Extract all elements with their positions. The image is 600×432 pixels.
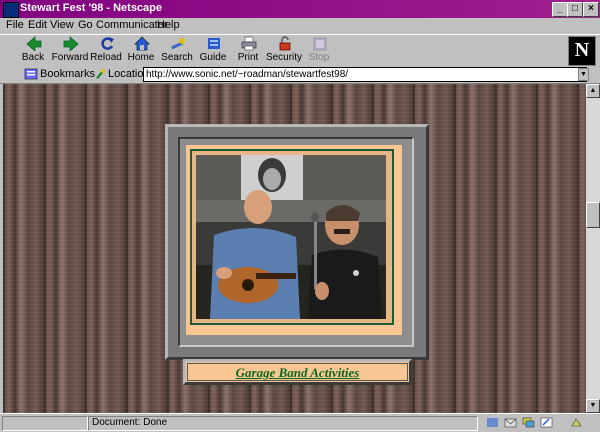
menu-file[interactable]: File: [6, 19, 24, 31]
band-photo-image: [196, 155, 386, 319]
picture-frame: [165, 124, 429, 360]
home-button[interactable]: Home: [121, 35, 161, 65]
netscape-logo[interactable]: N: [568, 36, 596, 66]
picture-frame-inner: [178, 137, 414, 347]
search-icon: [171, 38, 185, 50]
maximize-button[interactable]: □: [567, 2, 583, 17]
print-label: Print: [237, 52, 259, 63]
forward-label: Forward: [51, 52, 89, 63]
title-bar[interactable]: Stewart Fest '98 - Netscape _ □ ×: [0, 0, 600, 18]
back-button[interactable]: Back: [13, 35, 53, 65]
netscape-app-icon[interactable]: [3, 2, 19, 18]
location-bar: Bookmarks Location: http://www.sonic.net…: [0, 66, 600, 84]
home-label: Home: [127, 52, 155, 63]
location-input[interactable]: http://www.sonic.net/~roadman/stewartfes…: [143, 67, 587, 82]
scroll-down-button[interactable]: ▼: [586, 399, 600, 413]
close-button[interactable]: ×: [583, 2, 599, 17]
search-button[interactable]: Search: [157, 35, 197, 65]
banner-inner: Garage Band Activities: [187, 363, 408, 381]
status-bar: Document: Done: [0, 413, 600, 432]
print-button[interactable]: Print: [228, 35, 268, 65]
menu-go[interactable]: Go: [78, 19, 93, 31]
guide-icon: [208, 38, 220, 49]
menu-view[interactable]: View: [50, 19, 74, 31]
security-button[interactable]: Security: [264, 35, 304, 65]
back-arrow-icon: [26, 36, 42, 51]
security-label: Security: [265, 52, 303, 63]
band-photo: [196, 155, 386, 319]
component-bar-discussion-icon[interactable]: [522, 417, 535, 428]
photo-mat: [186, 145, 402, 335]
page-proxy-icon[interactable]: [94, 68, 106, 80]
home-icon: [134, 36, 150, 51]
forward-button[interactable]: Forward: [50, 35, 90, 65]
forward-arrow-icon: [63, 36, 79, 51]
stop-icon: [313, 37, 327, 51]
menu-edit[interactable]: Edit: [28, 19, 47, 31]
guide-button[interactable]: Guide: [193, 35, 233, 65]
stop-label: Stop: [308, 52, 330, 63]
status-message: Document: Done: [92, 417, 168, 428]
vertical-scrollbar[interactable]: ▲ ▼: [586, 84, 600, 413]
garage-band-activities-link[interactable]: Garage Band Activities: [236, 365, 360, 380]
reload-label: Reload: [90, 52, 122, 63]
menu-help[interactable]: Help: [157, 19, 180, 31]
back-label: Back: [21, 52, 45, 63]
window-title: Stewart Fest '98 - Netscape: [20, 2, 163, 14]
scroll-up-button[interactable]: ▲: [586, 84, 600, 98]
reload-button[interactable]: Reload: [86, 35, 126, 65]
component-bar-security-icon[interactable]: [570, 417, 583, 428]
stop-button[interactable]: Stop: [299, 35, 339, 65]
minimize-button[interactable]: _: [552, 2, 568, 17]
search-label: Search: [161, 52, 193, 63]
guide-label: Guide: [199, 52, 227, 63]
menu-bar: File Edit View Go Communicator Help: [0, 18, 600, 34]
reload-icon: [101, 37, 114, 50]
garage-band-banner: Garage Band Activities: [183, 359, 412, 385]
progress-field: [2, 416, 88, 431]
print-icon: [241, 36, 257, 51]
navigation-toolbar: Back Forward Reload Home Search Guide Pr…: [0, 34, 600, 68]
component-bar-composer-icon[interactable]: [540, 417, 553, 428]
scroll-thumb[interactable]: [586, 202, 600, 228]
netscape-window: Stewart Fest '98 - Netscape _ □ × File E…: [0, 0, 600, 432]
component-bar-mail-icon[interactable]: [504, 417, 517, 428]
security-lock-icon: [279, 36, 291, 51]
location-dropdown-button[interactable]: ▼: [578, 68, 589, 81]
bookmarks-icon[interactable]: [24, 68, 38, 80]
photo-border: [190, 149, 394, 325]
component-bar-navigator-icon[interactable]: [486, 417, 499, 428]
page-content: Garage Band Activities: [3, 84, 586, 413]
bookmarks-button[interactable]: Bookmarks: [40, 68, 95, 80]
